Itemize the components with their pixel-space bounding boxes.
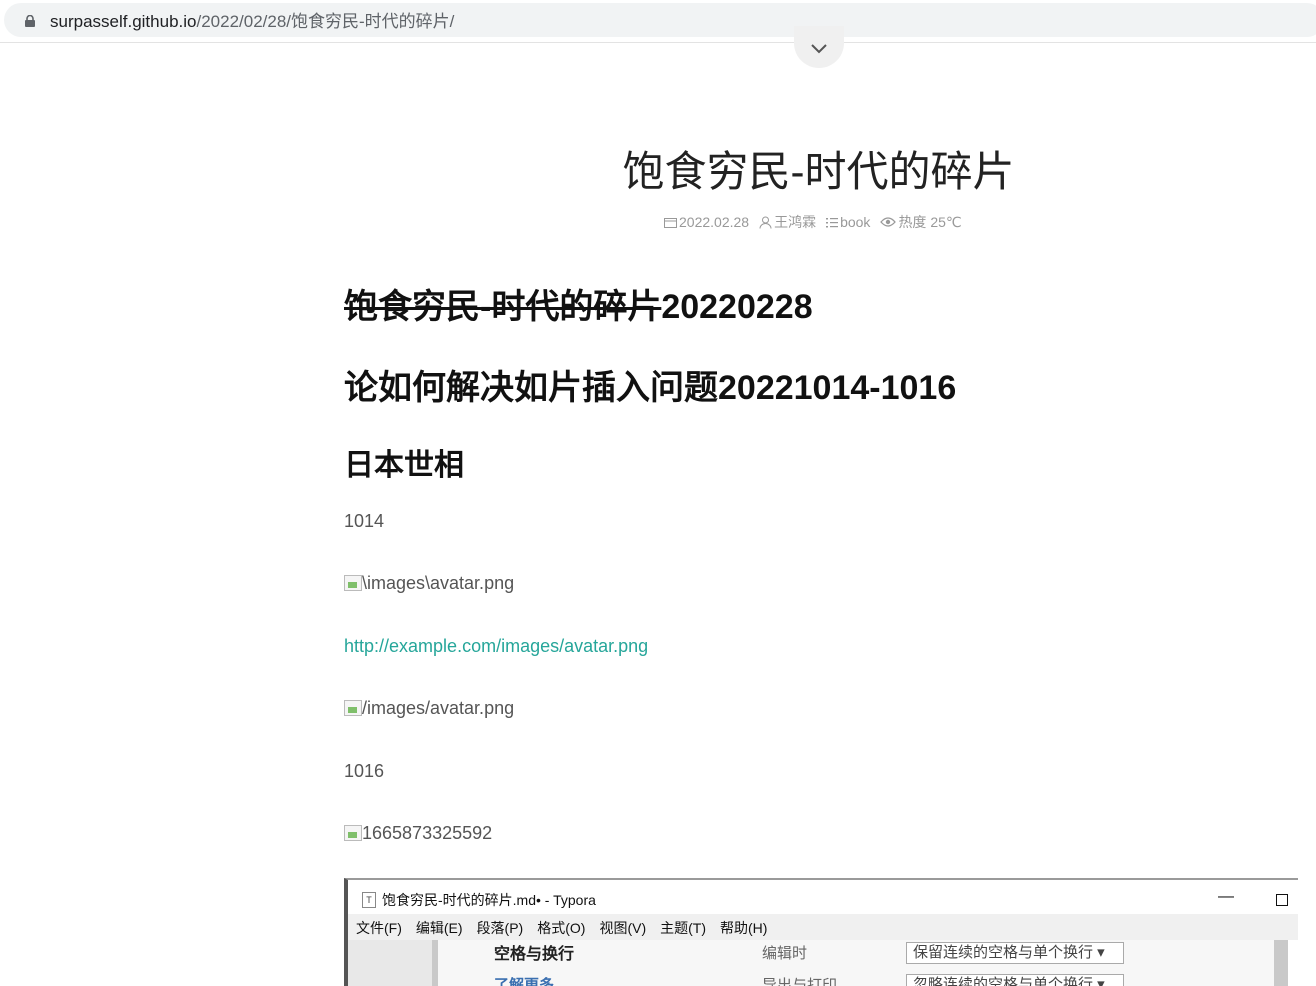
broken-image-3: 1665873325592 [344,821,492,845]
label-edit: 编辑时 [762,945,808,962]
menu-format: 格式(O) [537,920,586,936]
typora-screenshot: T 饱食穷民-时代的碎片.md• - Typora — 文件(F) 编辑(E) 段落… [344,878,1298,986]
typora-menubar: 文件(F) 编辑(E) 段落(P) 格式(O) 视图(V) 主题(T) 帮助(H) [348,914,1298,940]
typora-left-panel [348,940,432,986]
minimize-icon: — [1218,888,1234,905]
url-field[interactable]: surpasself.github.io/2022/02/28/饱食穷民-时代的… [4,3,1316,37]
typora-preferences-panel: 空格与换行 了解更多 编辑时 导出与打印 保留连续的空格与单个换行 ▾ 忽略连续… [432,940,1288,986]
meta-category[interactable]: book [826,214,870,230]
broken-image-2: /images/avatar.png [344,696,514,720]
maximize-icon [1276,894,1288,906]
heading-2: 论如何解决如片插入问题20221014-1016 [344,369,957,407]
learn-more-link: 了解更多 [494,977,555,986]
meta-author-text: 王鸿霖 [774,214,817,230]
image-alt-2: /images/avatar.png [362,698,515,718]
eye-icon [880,217,897,227]
broken-image-icon [344,700,362,716]
typora-titlebar: T 饱食穷民-时代的碎片.md• - Typora — [348,886,1298,912]
typora-window-title: 饱食穷民-时代的碎片.md• - Typora [382,892,596,908]
menu-theme: 主题(T) [660,920,707,936]
paragraph-1016: 1016 [344,761,385,781]
lock-icon[interactable] [25,15,35,27]
heading-1-date: 20220228 [661,288,813,326]
image-alt-3: 1665873325592 [362,823,493,843]
avatar-link[interactable]: http://example.com/images/avatar.png [344,636,648,656]
broken-image-1: \images\avatar.png [344,571,514,595]
chevron-down-icon [811,44,827,54]
url-path: /2022/02/28/饱食穷民-时代的碎片/ [196,12,455,31]
user-icon [759,216,772,229]
label-export: 导出与打印 [762,977,838,986]
menu-paragraph: 段落(P) [476,920,524,936]
collapse-toggle-button[interactable] [794,26,844,68]
calendar-icon [664,217,677,228]
broken-image-icon [344,575,362,591]
meta-heat-text: 热度 25℃ [898,214,962,230]
meta-date: 2022.02.28 [664,214,749,230]
meta-date-text: 2022.02.28 [679,214,750,230]
menu-file: 文件(F) [356,920,402,936]
meta-category-text: book [840,214,871,230]
menu-view: 视图(V) [599,920,647,936]
heading-riben-shixiang: 日本世相 [344,449,464,482]
post-title: 饱食穷民-时代的碎片 [622,148,1015,195]
paragraph-1014: 1014 [344,511,385,531]
post-meta: 2022.02.28 王鸿霖 book 热度 25℃ [664,212,972,232]
menu-edit: 编辑(E) [415,920,463,936]
heading-1-strikethrough: 饱食穷民-时代的碎片 [344,288,662,326]
broken-image-icon [344,825,362,841]
heading-1: 饱食穷民-时代的碎片20220228 [344,285,813,329]
image-alt-1: \images\avatar.png [362,573,515,593]
menu-help: 帮助(H) [720,920,768,936]
section-heading: 空格与换行 [494,946,575,963]
url-host: surpasself.github.io [50,12,197,31]
select-export: 忽略连续的空格与单个换行 ▾ [906,974,1124,986]
meta-heat: 热度 25℃ [880,212,962,232]
select-edit: 保留连续的空格与单个换行 ▾ [906,942,1124,964]
address-bar: surpasself.github.io/2022/02/28/饱食穷民-时代的… [0,0,1316,43]
url-text[interactable]: surpasself.github.io/2022/02/28/饱食穷民-时代的… [50,11,454,33]
paragraph-link: http://example.com/images/avatar.png [344,634,648,658]
typora-app-icon: T [362,892,376,908]
meta-author[interactable]: 王鸿霖 [759,212,816,232]
list-icon [826,217,839,227]
